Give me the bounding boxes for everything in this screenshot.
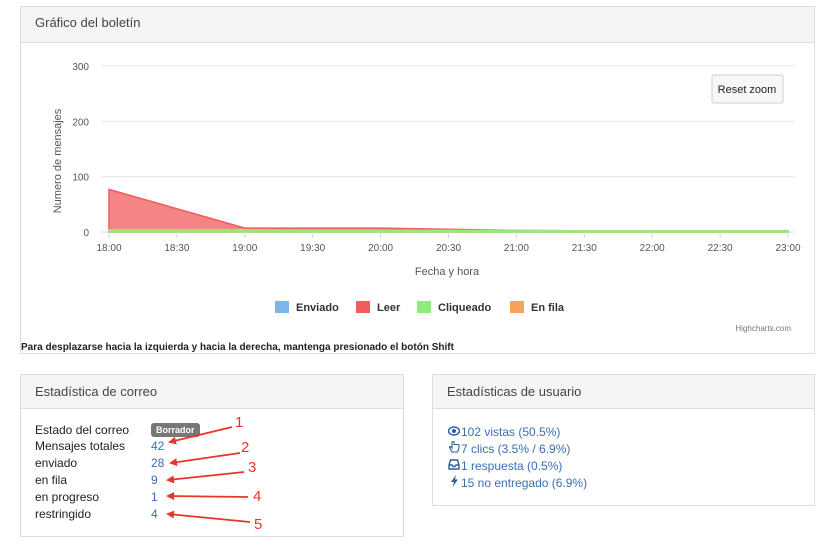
clicks-text: 7 clics (3.5% / 6.9%): [461, 442, 571, 456]
x-tick-label: 18:00: [96, 243, 121, 254]
stat-label: Mensajes totales: [35, 439, 126, 453]
x-tick-label: 19:30: [300, 243, 325, 254]
legend-swatch: [356, 301, 370, 313]
x-tick-label: 23:00: [775, 243, 800, 254]
stat-row-sent: enviado 28: [35, 455, 164, 471]
stat-label: en fila: [35, 473, 68, 487]
chart-legend: Enviado Leer Cliqueado En fila: [275, 301, 565, 314]
stat-row-in-progress: en progreso 1: [35, 489, 158, 505]
user-stats-panel: Estadísticas de usuario 102 vistas (50.5…: [432, 374, 815, 506]
stat-value-link[interactable]: 1: [151, 490, 158, 504]
stat-value-link[interactable]: 28: [151, 456, 164, 470]
replies-link[interactable]: 1 respuesta (0.5%): [447, 458, 562, 474]
legend-item[interactable]: Cliqueado: [417, 301, 491, 314]
legend-item[interactable]: Leer: [356, 301, 401, 314]
legend-item[interactable]: Enviado: [275, 301, 339, 314]
stat-value-link[interactable]: 4: [151, 507, 158, 521]
x-tick-label: 20:30: [436, 243, 461, 254]
eye-icon: [447, 424, 461, 440]
stat-row-restricted: restringido 4: [35, 506, 158, 522]
legend-swatch: [417, 301, 431, 313]
scroll-hint: Para desplazarse hacia la izquierda y ha…: [21, 342, 454, 353]
stat-label: en progreso: [35, 490, 100, 504]
user-stats-title: Estadísticas de usuario: [433, 375, 814, 409]
legend-swatch: [275, 301, 289, 313]
chart-credits[interactable]: Highcharts.com: [735, 324, 791, 333]
y-axis-ticks: 0 100 200 300: [72, 62, 89, 239]
bolt-icon: [447, 475, 461, 491]
x-tick-label: 22:00: [640, 243, 665, 254]
legend-label: Leer: [377, 302, 401, 314]
mail-status-row: Estado del correo Borrador: [35, 422, 200, 438]
x-axis-ticks: 18:00 18:30 19:00 19:30 20:00 20:30 21:00 21:30…: [96, 232, 801, 254]
newsletter-chart[interactable]: 0 100 200 300 18:00 18:30 19:00 19:30 20:00 20:3…: [21, 43, 816, 343]
mail-status-label: Estado del correo: [35, 423, 130, 437]
legend-label: Cliqueado: [438, 302, 491, 314]
replies-text: 1 respuesta (0.5%): [461, 459, 563, 473]
mail-stats-panel: Estadística de correo Estado del correo B…: [20, 374, 404, 537]
y-tick-label: 200: [72, 117, 89, 128]
stat-label: enviado: [35, 456, 78, 470]
status-badge: Borrador: [151, 423, 200, 437]
legend-label: En fila: [531, 302, 565, 314]
undelivered-link[interactable]: 15 no entregado (6.9%): [447, 475, 587, 491]
inbox-icon: [447, 458, 461, 474]
stat-row-total: Mensajes totales 42: [35, 438, 164, 454]
y-axis-label: Numero de mensajes: [52, 108, 64, 213]
x-tick-label: 22:30: [708, 243, 733, 254]
reset-zoom-label: Reset zoom: [718, 84, 777, 96]
stat-label: restringido: [35, 507, 92, 521]
series-area[interactable]: [108, 188, 789, 233]
reset-zoom-button[interactable]: Reset zoom: [711, 74, 784, 104]
y-tick-label: 0: [83, 228, 89, 239]
views-link[interactable]: 102 vistas (50.5%): [447, 424, 560, 440]
chart-panel-title: Gráfico del boletín: [21, 7, 814, 43]
x-tick-label: 21:00: [504, 243, 529, 254]
clicks-link[interactable]: 7 clics (3.5% / 6.9%): [447, 440, 571, 457]
chart-grid: [101, 65, 794, 233]
y-tick-label: 300: [72, 62, 89, 73]
chart-areas: [108, 188, 789, 233]
x-tick-label: 20:00: [368, 243, 393, 254]
views-text: 102 vistas (50.5%): [461, 425, 561, 439]
legend-label: Enviado: [296, 302, 339, 314]
legend-item[interactable]: En fila: [510, 301, 565, 314]
mail-stats-title: Estadística de correo: [21, 375, 403, 409]
undelivered-text: 15 no entregado (6.9%): [461, 476, 588, 490]
x-tick-label: 19:00: [232, 243, 257, 254]
series-area[interactable]: [108, 229, 789, 233]
stat-row-queued: en fila 9: [35, 472, 158, 488]
legend-swatch: [510, 301, 524, 313]
x-tick-label: 18:30: [164, 243, 189, 254]
newsletter-chart-panel: Gráfico del boletín 0 100 200 300 18:00 18:3…: [20, 6, 815, 354]
y-tick-label: 100: [72, 173, 89, 184]
stat-value-link[interactable]: 42: [151, 439, 164, 453]
stat-value-link[interactable]: 9: [151, 473, 158, 487]
x-tick-label: 21:30: [572, 243, 597, 254]
x-axis-label: Fecha y hora: [415, 266, 480, 278]
pointer-icon: [447, 440, 461, 457]
